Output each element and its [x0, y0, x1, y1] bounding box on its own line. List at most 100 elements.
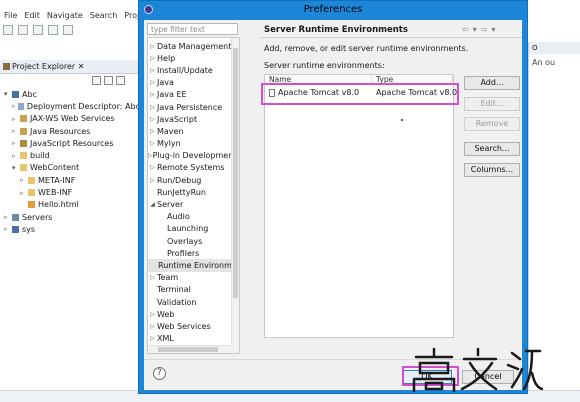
expand-toggle-icon[interactable]: ▹	[4, 213, 12, 221]
preference-node[interactable]: ▷ Help	[148, 52, 232, 64]
collapse-all-icon[interactable]	[92, 76, 101, 85]
menu-search[interactable]: Search	[90, 11, 117, 23]
tree-item[interactable]: ▹ JAX-WS Web Services	[4, 113, 140, 125]
expand-toggle-icon[interactable]: ◢	[148, 201, 157, 208]
tree-item[interactable]: ▹ sys	[4, 223, 140, 235]
tree-item[interactable]: ▾ WebContent	[4, 162, 140, 174]
help-icon[interactable]: ?	[153, 367, 166, 380]
preference-node[interactable]: Profilers	[148, 247, 232, 259]
preference-node[interactable]: Audio	[148, 211, 232, 223]
preference-node[interactable]: ▷ Team	[148, 272, 232, 284]
project-explorer-tab[interactable]: Project Explorer ✕	[0, 60, 140, 74]
expand-toggle-icon[interactable]: ▷	[148, 164, 157, 171]
close-icon[interactable]: ✕	[78, 62, 85, 71]
preference-node[interactable]: ▷ JavaScript	[148, 113, 232, 125]
preference-node[interactable]: ▷ Java	[148, 77, 232, 89]
filter-input[interactable]	[147, 23, 238, 35]
preference-node[interactable]: ▷ Install/Update	[148, 64, 232, 76]
preference-node[interactable]: ▷ Java EE	[148, 89, 232, 101]
new-icon[interactable]	[3, 25, 13, 35]
tree-item-label: META-INF	[38, 175, 76, 185]
preference-node[interactable]: ▷ Maven	[148, 125, 232, 137]
preference-node[interactable]: RunJettyRun	[148, 186, 232, 198]
search-button[interactable]: Search...	[464, 142, 520, 156]
preference-node[interactable]: ▷ Run/Debug	[148, 174, 232, 186]
view-menu-icon[interactable]	[116, 76, 125, 85]
expand-toggle-icon[interactable]: ▷	[148, 140, 157, 147]
menu-edit[interactable]: Edit	[24, 11, 40, 23]
expand-toggle-icon[interactable]: ▹	[12, 115, 20, 123]
expand-toggle-icon[interactable]: ▹	[12, 139, 20, 147]
chevron-down-icon[interactable]: ▾	[473, 25, 477, 34]
tree-item[interactable]: ▹ META-INF	[4, 174, 140, 186]
expand-toggle-icon[interactable]: ▹	[20, 189, 28, 197]
forward-arrow-icon[interactable]: ⇨	[481, 25, 488, 34]
scrollbar-thumb[interactable]	[158, 347, 218, 352]
run-icon[interactable]	[63, 25, 73, 35]
tree-item[interactable]: ▹ Servers	[4, 211, 140, 223]
menu-navigate[interactable]: Navigate	[47, 11, 83, 23]
preference-node[interactable]: ▷ Web	[148, 308, 232, 320]
preference-node[interactable]: Launching	[148, 223, 232, 235]
dialog-title: Preferences	[303, 4, 363, 15]
preference-node[interactable]: Overlays	[148, 235, 232, 247]
tree-item-label: build	[30, 151, 50, 161]
preference-node[interactable]: ▷ Plug-in Development	[148, 150, 232, 162]
expand-toggle-icon[interactable]: ▷	[148, 323, 157, 330]
outline-tab[interactable]: O	[529, 42, 580, 54]
preference-node[interactable]: Validation	[148, 296, 232, 308]
remove-button[interactable]: Remove	[464, 117, 520, 131]
expand-toggle-icon[interactable]: ▷	[148, 43, 157, 50]
back-arrow-icon[interactable]: ⇦	[462, 25, 469, 34]
preference-node[interactable]: ▷ XML	[148, 333, 232, 345]
expand-toggle-icon[interactable]: ▷	[148, 335, 157, 342]
expand-toggle-icon[interactable]: ▷	[148, 128, 157, 135]
tree-item[interactable]: ▹ WEB-INF	[4, 186, 140, 198]
dialog-titlebar[interactable]: Preferences	[139, 1, 527, 19]
expand-toggle-icon[interactable]: ▷	[148, 177, 157, 184]
add-button[interactable]: Add...	[464, 76, 520, 90]
tree-item[interactable]: Hello.html	[4, 199, 140, 211]
tree-vertical-scrollbar[interactable]	[231, 38, 239, 353]
debug-icon[interactable]	[48, 25, 58, 35]
preference-node-label: Web	[157, 309, 175, 319]
expand-toggle-icon[interactable]: ▹	[4, 225, 12, 233]
edit-button[interactable]: Edit...	[464, 97, 520, 111]
save-icon[interactable]	[18, 25, 28, 35]
expand-toggle-icon[interactable]: ▷	[148, 79, 157, 86]
preference-node-label: Mylyn	[157, 139, 181, 149]
link-editor-icon[interactable]	[104, 76, 113, 85]
expand-toggle-icon[interactable]: ▹	[20, 176, 28, 184]
expand-toggle-icon[interactable]: ▷	[148, 116, 157, 123]
columns-button[interactable]: Columns...	[464, 163, 520, 177]
expand-toggle-icon[interactable]: ▾	[4, 90, 12, 98]
preference-node[interactable]: ▷ Data Management	[148, 40, 232, 52]
scrollbar-thumb[interactable]	[233, 48, 238, 298]
expand-toggle-icon[interactable]: ▾	[12, 164, 20, 172]
expand-toggle-icon[interactable]: ▷	[148, 91, 157, 98]
preference-node[interactable]: Terminal	[148, 284, 232, 296]
expand-toggle-icon[interactable]: ▷	[148, 274, 157, 281]
chevron-down-icon[interactable]: ▾	[491, 25, 495, 34]
preference-node[interactable]: ◢ Server	[148, 198, 232, 210]
tree-item[interactable]: ▹ build	[4, 149, 140, 161]
expand-toggle-icon[interactable]: ▷	[148, 55, 157, 62]
print-icon[interactable]	[33, 25, 43, 35]
menu-file[interactable]: File	[4, 11, 17, 23]
expand-toggle-icon[interactable]: ▹	[12, 152, 20, 160]
tree-item[interactable]: ▹ Java Resources	[4, 125, 140, 137]
tree-horizontal-scrollbar[interactable]	[148, 345, 232, 353]
expand-toggle-icon[interactable]: ▹	[12, 127, 20, 135]
preference-node[interactable]: ▷ Mylyn	[148, 138, 232, 150]
tree-item[interactable]: ▹ Deployment Descriptor: Abc	[4, 100, 140, 112]
preference-node[interactable]: ▷ Java Persistence	[148, 101, 232, 113]
tree-item[interactable]: ▹ JavaScript Resources	[4, 137, 140, 149]
tree-item[interactable]: ▾ Abc	[4, 88, 140, 100]
expand-toggle-icon[interactable]: ▷	[148, 67, 157, 74]
expand-toggle-icon[interactable]: ▷	[148, 311, 157, 318]
preference-node[interactable]: Runtime Environments	[148, 259, 232, 272]
expand-toggle-icon[interactable]: ▷	[148, 104, 157, 111]
preference-node[interactable]: ▷ Remote Systems	[148, 162, 232, 174]
preference-node[interactable]: ▷ Web Services	[148, 320, 232, 332]
folder-icon	[20, 164, 27, 172]
